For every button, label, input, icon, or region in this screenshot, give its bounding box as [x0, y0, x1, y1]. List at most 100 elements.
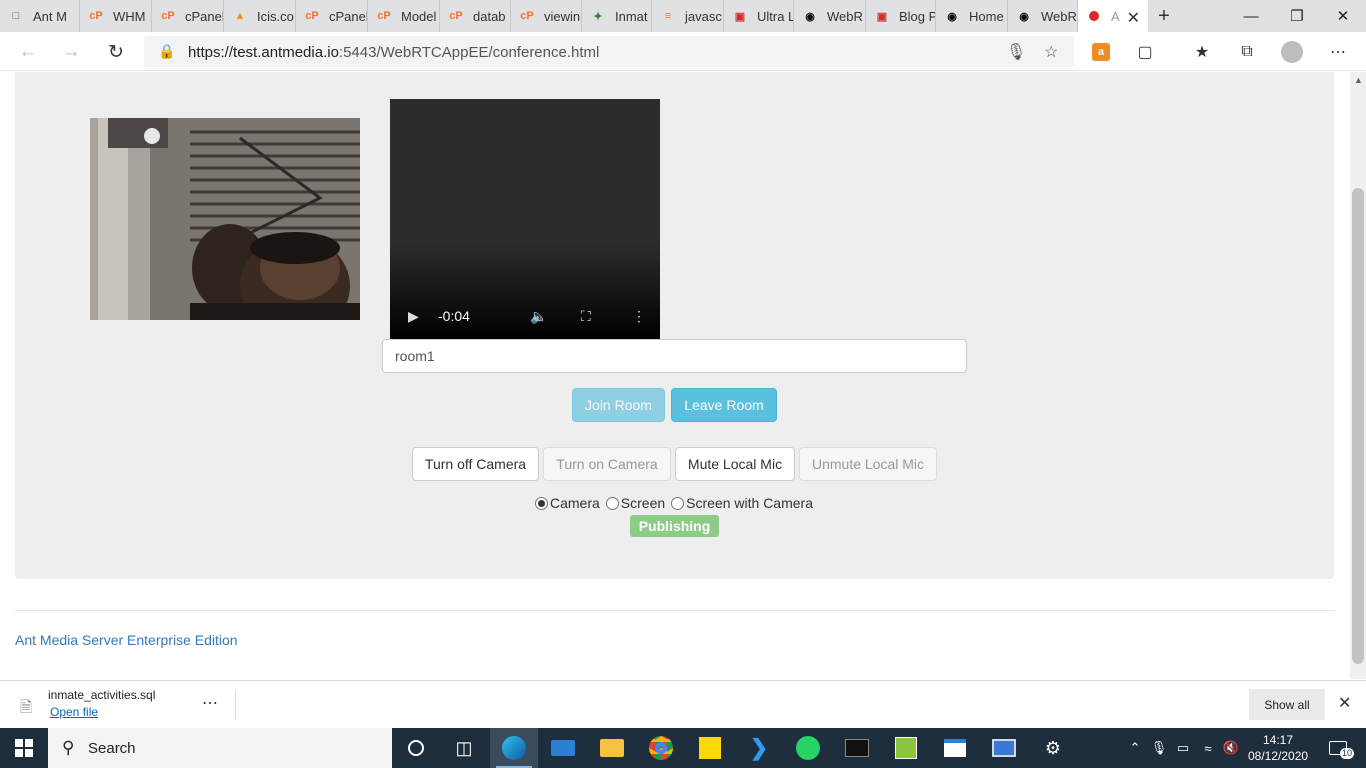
show-all-button[interactable]: Show all [1249, 689, 1325, 720]
tab-cpanel-2[interactable]: cP cPanel [296, 0, 368, 32]
collections-icon[interactable]: ⧉ [1235, 41, 1259, 63]
microphone-icon[interactable]: 🎙 [1006, 42, 1026, 62]
terminal-icon[interactable] [833, 728, 881, 768]
tab-webrtc-2[interactable]: ◉ WebR [1008, 0, 1078, 32]
open-file-link[interactable]: Open file [50, 705, 98, 719]
turn-on-camera-button[interactable]: Turn on Camera [543, 447, 671, 481]
tab-model[interactable]: cP Model [368, 0, 440, 32]
recording-icon [1086, 8, 1102, 24]
download-shelf: 🗎 inmate_activities.sql Open file ⋯ Show… [0, 680, 1366, 728]
address-bar[interactable]: 🔒 https://test.antmedia.io:5443/WebRTCAp… [144, 36, 1074, 67]
tab-cpanel-1[interactable]: cP cPanel [152, 0, 224, 32]
tab-database[interactable]: cP datab [440, 0, 511, 32]
close-shelf-icon[interactable]: ✕ [1338, 693, 1351, 713]
remote-video-player[interactable]: ▶ -0:04 🔈 ⛶ ⋮ [390, 99, 660, 345]
screen-with-camera-radio-label: Screen with Camera [686, 495, 813, 511]
tab-label: Home [969, 8, 1004, 24]
play-icon[interactable]: ▶ [408, 308, 419, 325]
cortana-icon[interactable] [392, 728, 440, 768]
join-room-button[interactable]: Join Room [572, 388, 665, 422]
unmute-mic-button[interactable]: Unmute Local Mic [799, 447, 937, 481]
taskbar-search[interactable]: ⚲ Search [48, 728, 392, 768]
start-button[interactable] [0, 728, 48, 768]
whatsapp-icon[interactable] [784, 728, 832, 768]
minimize-button[interactable]: — [1228, 0, 1274, 32]
settings-gear-icon[interactable]: ⚙ [1029, 728, 1077, 768]
video-more-icon[interactable]: ⋮ [632, 308, 646, 325]
vscode-icon[interactable]: ❯ [735, 728, 783, 768]
task-view-icon[interactable]: ◫ [440, 728, 488, 768]
cpanel-icon: cP [161, 10, 175, 22]
tab-whm[interactable]: cP WHM [80, 0, 152, 32]
stackoverflow-icon: ≡ [664, 10, 672, 22]
shopping-extension-icon[interactable]: a [1089, 41, 1113, 63]
profile-avatar[interactable] [1280, 41, 1304, 63]
spreadsheet-icon[interactable] [882, 728, 930, 768]
sticky-notes-icon[interactable] [686, 728, 734, 768]
browser-toolbar: ← → ↻ 🔒 https://test.antmedia.io:5443/We… [0, 32, 1366, 71]
turn-off-camera-button[interactable]: Turn off Camera [412, 447, 539, 481]
remote-desktop-icon[interactable] [980, 728, 1028, 768]
app-window-icon[interactable] [931, 728, 979, 768]
url-text[interactable]: https://test.antmedia.io:5443/WebRTCAppE… [188, 44, 599, 61]
phpmyadmin-icon: ▲ [234, 10, 246, 22]
tab-label: Inmat [615, 8, 648, 24]
scroll-up-icon[interactable]: ▲ [1354, 75, 1363, 85]
page-scrollbar[interactable]: ▲ [1350, 72, 1366, 679]
tab-home[interactable]: ◉ Home [936, 0, 1008, 32]
notification-center-icon[interactable]: 10 [1320, 728, 1356, 768]
close-window-button[interactable]: ✕ [1320, 0, 1366, 32]
room-name-input[interactable] [382, 339, 967, 373]
scrollbar-thumb[interactable] [1352, 188, 1364, 664]
screen-with-camera-radio[interactable] [671, 496, 685, 510]
favorite-star-icon[interactable]: ☆ [1044, 42, 1058, 62]
maximize-button[interactable]: ❐ [1274, 0, 1320, 32]
tab-label: A [1111, 8, 1120, 24]
volume-icon[interactable]: 🔈 [530, 308, 547, 325]
tab-icis[interactable]: ▲ Icis.co [224, 0, 296, 32]
github-icon: ◉ [805, 10, 815, 23]
forward-button[interactable]: → [57, 38, 85, 66]
cpanel-icon: cP [520, 10, 534, 22]
chrome-icon[interactable] [637, 728, 685, 768]
tray-microphone-icon[interactable]: 🎙 [1150, 728, 1168, 768]
tab-blog[interactable]: ▣ Blog P [866, 0, 936, 32]
favorites-icon[interactable]: ★ [1190, 41, 1214, 63]
tab-webrtc-1[interactable]: ◉ WebR [794, 0, 866, 32]
close-tab-icon[interactable]: ✕ [1127, 8, 1140, 28]
tray-chevron-icon[interactable]: ⌃ [1126, 728, 1144, 768]
mute-mic-button[interactable]: Mute Local Mic [675, 447, 795, 481]
mail-icon[interactable] [539, 728, 587, 768]
tab-inmate[interactable]: ✦ Inmat [582, 0, 652, 32]
search-icon: ⚲ [62, 738, 75, 757]
tab-ultra[interactable]: ▣ Ultra L [724, 0, 794, 32]
tab-viewing[interactable]: cP viewin [511, 0, 582, 32]
back-button[interactable]: ← [14, 38, 42, 66]
tab-active[interactable]: A ✕ [1078, 0, 1148, 32]
clock-time: 14:17 [1262, 733, 1294, 747]
speaker-muted-icon[interactable]: 🔇 [1221, 728, 1241, 768]
refresh-button[interactable]: ↻ [102, 38, 130, 66]
edge-taskbar-icon[interactable] [490, 728, 538, 768]
wifi-icon[interactable]: ≈ [1198, 728, 1218, 768]
file-explorer-icon[interactable] [588, 728, 636, 768]
tab-ant-media[interactable]: □ Ant M [0, 0, 80, 32]
new-tab-button[interactable]: + [1152, 0, 1176, 32]
camera-radio[interactable] [535, 496, 548, 510]
file-icon: 🗎 [20, 699, 33, 716]
crest-icon: ✦ [593, 10, 603, 23]
leave-room-button[interactable]: Leave Room [671, 388, 777, 422]
tab-label: javasc [685, 8, 722, 24]
screen-radio[interactable] [605, 496, 619, 510]
download-more-icon[interactable]: ⋯ [202, 693, 218, 713]
tab-label: Ant M [33, 8, 67, 24]
cpanel-icon: cP [89, 10, 103, 22]
tab-label: WHM [113, 8, 146, 24]
tab-javascript[interactable]: ≡ javasc [652, 0, 724, 32]
system-clock[interactable]: 14:17 08/12/2020 [1248, 732, 1308, 764]
extension-icon[interactable]: ▢ [1133, 41, 1157, 63]
clock-date: 08/12/2020 [1248, 749, 1309, 763]
more-menu-icon[interactable]: ⋯ [1326, 41, 1350, 63]
fullscreen-icon[interactable]: ⛶ [581, 308, 591, 325]
battery-icon[interactable]: ▭ [1173, 728, 1193, 768]
